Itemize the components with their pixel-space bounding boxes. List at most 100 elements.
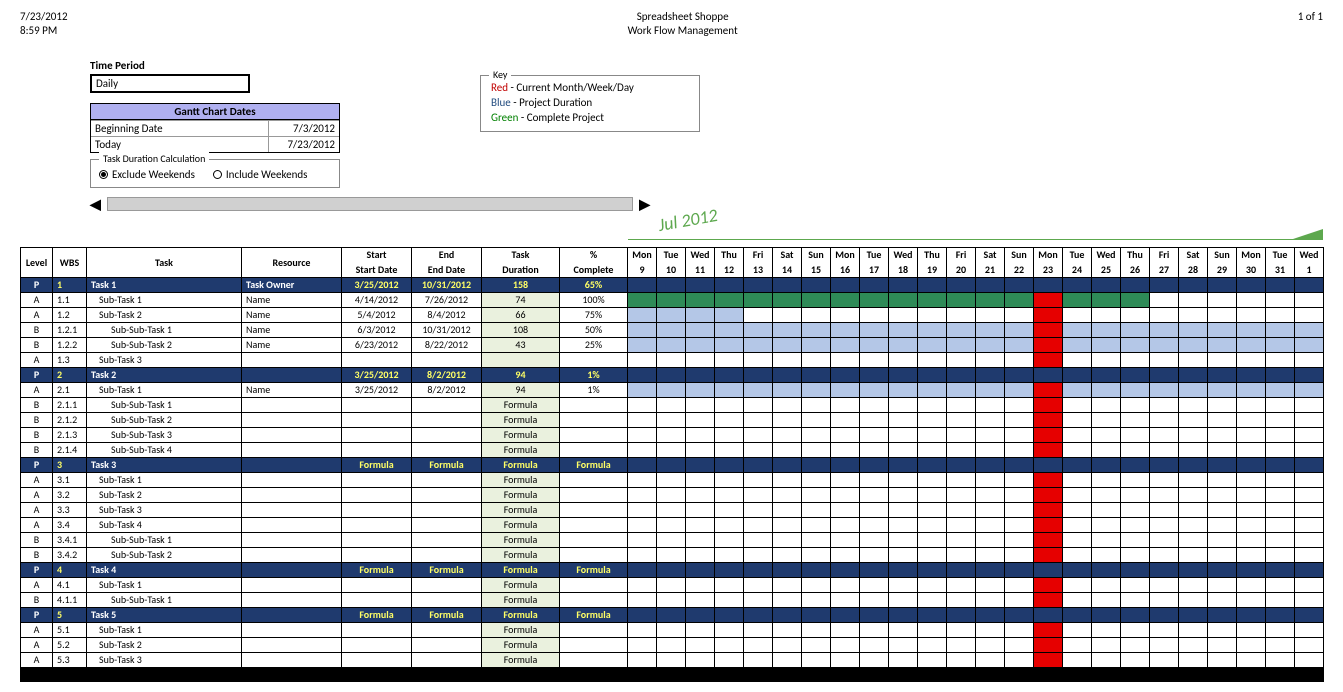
- gantt-cell: [744, 442, 773, 457]
- gantt-cell: [860, 502, 889, 517]
- beginning-date-value[interactable]: 7/3/2012: [269, 121, 339, 136]
- day-num: 31: [1266, 262, 1295, 277]
- print-time: 8:59 PM: [20, 24, 68, 38]
- gantt-cell: [1179, 577, 1208, 592]
- table-row[interactable]: A1.1Sub-Task 1Name4/14/20127/26/20127410…: [21, 292, 1324, 307]
- table-row[interactable]: P5Task 5FormulaFormulaFormulaFormula: [21, 607, 1324, 622]
- day-dow: Mon: [1237, 247, 1266, 262]
- table-row[interactable]: A3.4Sub-Task 4Formula: [21, 517, 1324, 532]
- table-row[interactable]: A3.1Sub-Task 1Formula: [21, 472, 1324, 487]
- gantt-cell: [657, 352, 686, 367]
- gantt-cell: [628, 307, 657, 322]
- table-row[interactable]: P3Task 3FormulaFormulaFormulaFormula: [21, 457, 1324, 472]
- table-row[interactable]: P4Task 4FormulaFormulaFormulaFormula: [21, 562, 1324, 577]
- table-row[interactable]: B2.1.4Sub-Sub-Task 4Formula: [21, 442, 1324, 457]
- gantt-cell: [1208, 547, 1237, 562]
- gantt-cell: [1295, 472, 1324, 487]
- gantt-cell: [1034, 487, 1063, 502]
- scroll-right-icon[interactable]: ▶: [639, 196, 650, 213]
- table-row[interactable]: B1.2.2Sub-Sub-Task 2Name6/23/20128/22/20…: [21, 337, 1324, 352]
- gantt-cell: [1266, 517, 1295, 532]
- table-row[interactable]: B1.2.1Sub-Sub-Task 1Name6/3/201210/31/20…: [21, 322, 1324, 337]
- gantt-cell: [1295, 292, 1324, 307]
- table-row[interactable]: A1.3Sub-Task 3: [21, 352, 1324, 367]
- gantt-cell: [1092, 637, 1121, 652]
- time-period-select[interactable]: Daily: [90, 74, 250, 93]
- table-row[interactable]: B2.1.2Sub-Sub-Task 2Formula: [21, 412, 1324, 427]
- gantt-cell: [860, 562, 889, 577]
- gantt-cell: [686, 577, 715, 592]
- gantt-cell: [686, 307, 715, 322]
- gantt-cell: [889, 367, 918, 382]
- table-row[interactable]: A5.3Sub-Task 3Formula: [21, 652, 1324, 667]
- gantt-cell: [1295, 637, 1324, 652]
- gantt-cell: [1266, 397, 1295, 412]
- gantt-cell: [860, 577, 889, 592]
- table-row[interactable]: A4.1Sub-Task 1Formula: [21, 577, 1324, 592]
- scroll-left-icon[interactable]: ◀: [90, 196, 101, 213]
- gantt-cell: [947, 277, 976, 292]
- gantt-cell: [860, 622, 889, 637]
- gantt-cell: [1179, 652, 1208, 667]
- table-row[interactable]: A2.1Sub-Task 1Name3/25/20128/2/2012941%: [21, 382, 1324, 397]
- table-row[interactable]: A5.2Sub-Task 2Formula: [21, 637, 1324, 652]
- table-row[interactable]: B2.1.1Sub-Sub-Task 1Formula: [21, 397, 1324, 412]
- gantt-cell: [1237, 637, 1266, 652]
- gantt-cell: [1092, 292, 1121, 307]
- gantt-cell: [976, 577, 1005, 592]
- gantt-cell: [831, 337, 860, 352]
- gantt-cell: [860, 457, 889, 472]
- col-resource: Resource: [242, 247, 342, 277]
- include-weekends-radio[interactable]: Include Weekends: [213, 168, 308, 181]
- today-value[interactable]: 7/23/2012: [269, 137, 339, 152]
- gantt-cell: [1237, 532, 1266, 547]
- gantt-cell: [1005, 277, 1034, 292]
- col-end-1: End: [412, 247, 482, 262]
- gantt-cell: [1208, 532, 1237, 547]
- gantt-cell: [1092, 412, 1121, 427]
- gantt-cell: [976, 592, 1005, 607]
- gantt-cell: [1034, 352, 1063, 367]
- gantt-cell: [976, 622, 1005, 637]
- table-row[interactable]: P1Task 1Task Owner3/25/201210/31/2012158…: [21, 277, 1324, 292]
- gantt-cell: [889, 517, 918, 532]
- gantt-cell: [1092, 592, 1121, 607]
- col-start-2: Start Date: [342, 262, 412, 277]
- gantt-cell: [860, 427, 889, 442]
- table-row[interactable]: A1.2Sub-Task 2Name5/4/20128/4/20126675%: [21, 307, 1324, 322]
- gantt-cell: [1295, 577, 1324, 592]
- gantt-cell: [1063, 532, 1092, 547]
- gantt-cell: [744, 592, 773, 607]
- scrollbar-track[interactable]: [107, 197, 633, 211]
- table-row[interactable]: B2.1.3Sub-Sub-Task 3Formula: [21, 427, 1324, 442]
- table-row[interactable]: B4.1.1Sub-Sub-Task 1Formula: [21, 592, 1324, 607]
- table-row[interactable]: B3.4.2Sub-Sub-Task 2Formula: [21, 547, 1324, 562]
- gantt-cell: [1063, 517, 1092, 532]
- gantt-cell: [1208, 502, 1237, 517]
- gantt-cell: [1063, 397, 1092, 412]
- gantt-cell: [831, 352, 860, 367]
- gantt-cell: [889, 577, 918, 592]
- gantt-cell: [1121, 397, 1150, 412]
- exclude-weekends-radio[interactable]: Exclude Weekends: [99, 168, 195, 181]
- gantt-cell: [773, 637, 802, 652]
- table-row[interactable]: A5.1Sub-Task 1Formula: [21, 622, 1324, 637]
- gantt-cell: [1092, 427, 1121, 442]
- gantt-cell: [1150, 562, 1179, 577]
- col-comp-1: %: [560, 247, 628, 262]
- gantt-cell: [686, 337, 715, 352]
- table-row[interactable]: B3.4.1Sub-Sub-Task 1Formula: [21, 532, 1324, 547]
- table-row[interactable]: A3.3Sub-Task 3Formula: [21, 502, 1324, 517]
- gantt-cell: [802, 487, 831, 502]
- table-row[interactable]: P2Task 23/25/20128/2/2012941%: [21, 367, 1324, 382]
- gantt-cell: [802, 397, 831, 412]
- gantt-cell: [1034, 442, 1063, 457]
- gantt-cell: [1063, 547, 1092, 562]
- table-row[interactable]: A3.2Sub-Task 2Formula: [21, 487, 1324, 502]
- gantt-cell: [628, 562, 657, 577]
- document-title: Work Flow Management: [628, 24, 738, 38]
- gantt-cell: [831, 622, 860, 637]
- gantt-cell: [686, 517, 715, 532]
- gantt-cell: [976, 337, 1005, 352]
- gantt-cell: [1237, 352, 1266, 367]
